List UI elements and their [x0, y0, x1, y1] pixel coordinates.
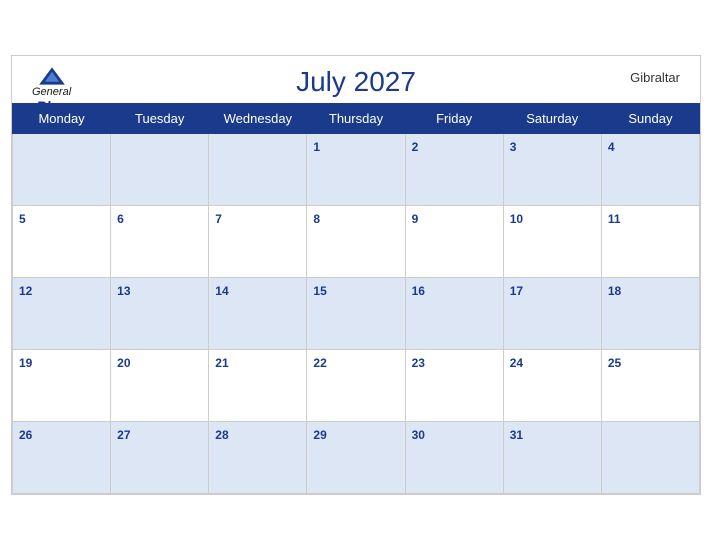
date-number: 9 [412, 212, 419, 226]
date-number: 31 [510, 428, 523, 442]
date-number: 28 [215, 428, 228, 442]
date-number: 23 [412, 356, 425, 370]
location-label: Gibraltar [630, 70, 680, 85]
calendar-cell: 7 [209, 206, 307, 278]
date-number: 11 [608, 212, 621, 226]
date-number: 12 [19, 284, 32, 298]
date-number: 3 [510, 140, 517, 154]
calendar-header: General Blue July 2027 Gibraltar [12, 56, 700, 103]
calendar-body: 1234567891011121314151617181920212223242… [13, 134, 700, 494]
calendar-cell: 19 [13, 350, 111, 422]
header-friday: Friday [405, 104, 503, 134]
calendar-week-row: 26 27 28 29 30 31 [13, 422, 700, 494]
date-number: 2 [412, 140, 419, 154]
calendar-cell: 17 [503, 278, 601, 350]
date-number: 27 [117, 428, 130, 442]
weekday-header-row: Monday Tuesday Wednesday Thursday Friday… [13, 104, 700, 134]
header-sunday: Sunday [601, 104, 699, 134]
calendar-cell: 4 [601, 134, 699, 206]
calendar-cell: 27 [111, 422, 209, 494]
date-number: 22 [313, 356, 326, 370]
calendar-cell: 18 [601, 278, 699, 350]
calendar-cell: 3 [503, 134, 601, 206]
calendar-cell: 31 [503, 422, 601, 494]
calendar-container: General Blue July 2027 Gibraltar Monday … [11, 55, 701, 495]
calendar-cell: 16 [405, 278, 503, 350]
calendar-week-row: 19 20 21 22 23 24 25 [13, 350, 700, 422]
date-number: 13 [117, 284, 130, 298]
calendar-cell [601, 422, 699, 494]
date-number: 14 [215, 284, 228, 298]
calendar-cell: 11 [601, 206, 699, 278]
calendar-cell: 25 [601, 350, 699, 422]
calendar-cell: 10 [503, 206, 601, 278]
calendar-cell: 2 [405, 134, 503, 206]
date-number: 4 [608, 140, 615, 154]
calendar-cell [111, 134, 209, 206]
header-saturday: Saturday [503, 104, 601, 134]
date-number: 19 [19, 356, 32, 370]
calendar-cell: 20 [111, 350, 209, 422]
calendar-title: July 2027 [296, 66, 416, 98]
calendar-cell: 30 [405, 422, 503, 494]
date-number: 10 [510, 212, 523, 226]
date-number: 29 [313, 428, 326, 442]
date-number: 16 [412, 284, 425, 298]
calendar-cell: 15 [307, 278, 405, 350]
calendar-cell [209, 134, 307, 206]
header-tuesday: Tuesday [111, 104, 209, 134]
calendar-week-row: 1 2 3 4 [13, 134, 700, 206]
date-number: 6 [117, 212, 124, 226]
date-number: 30 [412, 428, 425, 442]
date-number: 7 [215, 212, 222, 226]
calendar-cell: 8 [307, 206, 405, 278]
calendar-cell: 28 [209, 422, 307, 494]
calendar-cell: 14 [209, 278, 307, 350]
date-number: 25 [608, 356, 621, 370]
calendar-cell: 21 [209, 350, 307, 422]
general-blue-logo-icon [37, 66, 67, 86]
date-number: 5 [19, 212, 26, 226]
calendar-cell: 6 [111, 206, 209, 278]
logo-blue-text: Blue [36, 98, 66, 114]
date-number: 21 [215, 356, 228, 370]
logo-general-text: General [32, 86, 71, 98]
logo-area: General Blue [32, 66, 71, 114]
date-number: 18 [608, 284, 621, 298]
calendar-cell: 29 [307, 422, 405, 494]
date-number: 15 [313, 284, 326, 298]
calendar-cell: 1 [307, 134, 405, 206]
header-wednesday: Wednesday [209, 104, 307, 134]
header-thursday: Thursday [307, 104, 405, 134]
calendar-cell: 24 [503, 350, 601, 422]
calendar-grid: Monday Tuesday Wednesday Thursday Friday… [12, 103, 700, 494]
calendar-cell: 9 [405, 206, 503, 278]
calendar-cell: 12 [13, 278, 111, 350]
calendar-cell: 13 [111, 278, 209, 350]
date-number: 17 [510, 284, 523, 298]
date-number: 8 [313, 212, 320, 226]
date-number: 26 [19, 428, 32, 442]
calendar-cell: 5 [13, 206, 111, 278]
calendar-cell: 22 [307, 350, 405, 422]
calendar-cell [13, 134, 111, 206]
date-number: 20 [117, 356, 130, 370]
calendar-cell: 26 [13, 422, 111, 494]
calendar-week-row: 12 13 14 15 16 17 18 [13, 278, 700, 350]
calendar-week-row: 5 6 7 8 9 10 11 [13, 206, 700, 278]
calendar-cell: 23 [405, 350, 503, 422]
date-number: 24 [510, 356, 523, 370]
date-number: 1 [313, 140, 320, 154]
